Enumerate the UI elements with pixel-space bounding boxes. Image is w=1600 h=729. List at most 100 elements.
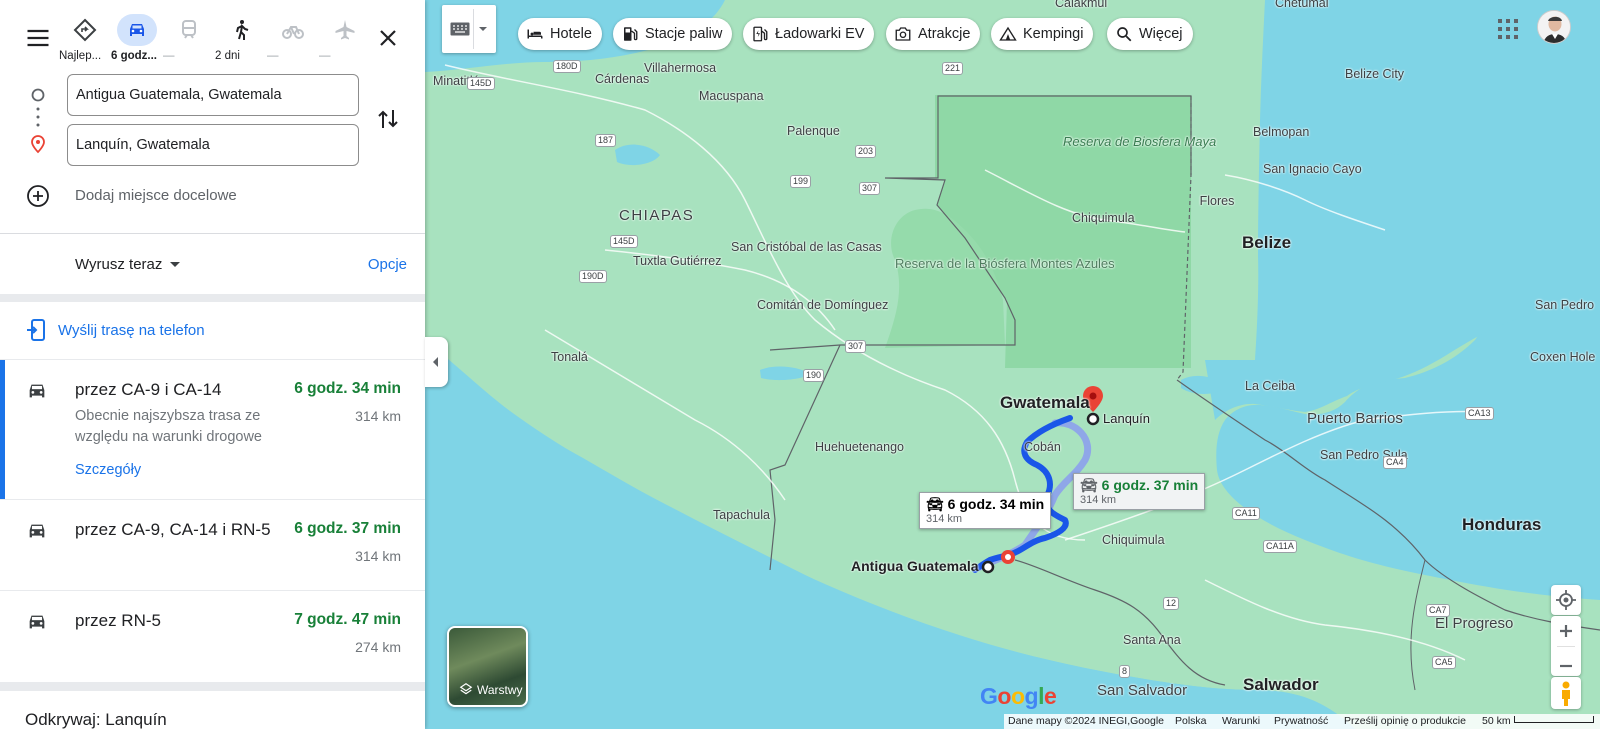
map-label-san-ignacio: Flores [1199, 194, 1235, 208]
map-label-flores: Chiquimula [1072, 211, 1135, 225]
mode-transit[interactable]: — [163, 10, 215, 66]
apps-grid-icon[interactable] [1497, 18, 1519, 40]
close-icon[interactable] [376, 26, 400, 50]
origin-input[interactable]: Antigua Guatemala, Gwatemala [67, 74, 359, 116]
road-shield: CA7 [1426, 604, 1450, 617]
road-shield: 203 [855, 145, 877, 158]
my-location-icon [1556, 590, 1576, 610]
route-time: 7 godz. 47 min [294, 611, 401, 628]
route-time: 6 godz. 34 min [294, 380, 401, 397]
keyboard-icon [450, 22, 470, 36]
send-to-phone-label: Wyślij trasę na telefon [58, 322, 205, 339]
mode-bike[interactable]: — [267, 10, 319, 66]
swap-icon[interactable] [377, 106, 399, 132]
scale-bar [1514, 716, 1594, 723]
chevron-down-icon[interactable] [479, 27, 487, 31]
route-option[interactable]: przez CA-9, CA-14 i RN-5 6 godz. 37 min … [0, 500, 425, 591]
section-divider [0, 294, 425, 302]
road-shield: 12 [1163, 597, 1180, 610]
map-label-belize: Belize [1242, 233, 1292, 252]
tent-icon [999, 26, 1017, 41]
route-option[interactable]: przez RN-5 7 godz. 47 min 274 km [0, 591, 425, 683]
route-name: przez CA-9 i CA-14 [75, 380, 222, 399]
map-label-chiapas: CHIAPAS [619, 207, 695, 224]
map-data-attribution: Dane mapy ©2024 INEGI,Google [1008, 715, 1164, 727]
map-label-guatemala: Gwatemala [1000, 393, 1090, 412]
chip-hotels[interactable]: Hotele [518, 18, 602, 50]
chip-ev-chargers[interactable]: Ładowarki EV [743, 18, 875, 50]
send-to-phone-icon [27, 319, 45, 341]
mode-best-label: Najlep... [59, 50, 102, 62]
zoom-controls [1551, 616, 1581, 676]
road-shield: 307 [859, 182, 881, 195]
section-divider [0, 683, 425, 691]
diamond-directions-icon [73, 18, 97, 42]
layers-button[interactable]: Warstwy [447, 626, 528, 707]
map-label-chetumal: Chetumal [1275, 0, 1329, 10]
road-shield: 199 [790, 175, 812, 188]
route-option[interactable]: przez CA-9 i CA-14 6 godz. 34 min 314 km… [0, 359, 425, 500]
mode-flight-label: — [319, 50, 331, 62]
route-distance: 314 km [355, 548, 401, 564]
map-label-palenque: Palenque [787, 124, 840, 138]
travel-mode-bar: Najlep... 6 godz... — 2 dni — — [0, 10, 425, 66]
road-shield: 145D [610, 235, 638, 248]
mode-car-label: 6 godz... [111, 50, 157, 62]
chip-more[interactable]: Więcej [1107, 18, 1193, 50]
road-shield: 221 [942, 62, 964, 75]
privacy-link[interactable]: Prywatność [1274, 715, 1328, 727]
add-destination-button[interactable]: Dodaj miejsce docelowe [26, 184, 356, 208]
map-label-huehuetenango: Huehuetenango [815, 440, 904, 454]
map-label-tuxtla: Tuxtla Gutiérrez [633, 254, 722, 268]
destination-input[interactable]: Lanquín, Gwatemala [67, 124, 359, 166]
route-callout-alternative[interactable]: 🚘︎ 6 godz. 37 min 314 km [1073, 473, 1206, 510]
keyboard-input-button[interactable] [442, 5, 496, 53]
chip-attractions[interactable]: Atrakcje [886, 18, 981, 50]
chip-label: Stacje paliw [645, 26, 723, 42]
mode-best[interactable]: Najlep... [59, 10, 111, 66]
map-base [425, 0, 1600, 729]
feedback-link[interactable]: Prześlij opinię o produkcie [1344, 715, 1466, 727]
mode-walk-label: 2 dni [215, 50, 240, 62]
collapse-panel-button[interactable] [425, 337, 448, 387]
route-callout-selected[interactable]: 🚘︎ 6 godz. 34 min 314 km [919, 492, 1052, 529]
mode-flight[interactable]: — [319, 10, 371, 66]
mode-car[interactable]: 6 godz... [111, 10, 163, 66]
region-link[interactable]: Polska [1175, 715, 1207, 727]
road-shield: CA13 [1465, 407, 1494, 420]
terms-link[interactable]: Warunki [1222, 715, 1260, 727]
zoom-in-icon[interactable] [1551, 616, 1581, 646]
chip-campgrounds[interactable]: Kempingi [991, 18, 1094, 50]
scale-label[interactable]: 50 km [1482, 715, 1511, 727]
camera-icon [895, 27, 911, 41]
chip-gas-stations[interactable]: Stacje paliw [613, 18, 733, 50]
route-details-link[interactable]: Szczegóły [75, 462, 141, 478]
avatar[interactable] [1537, 10, 1571, 44]
directions-panel: Najlep... 6 godz... — 2 dni — — Antigua … [0, 0, 425, 729]
map-label-santa-ana: Santa Ana [1123, 633, 1181, 647]
car-icon: 🚘︎ [926, 496, 948, 512]
layers-label: Warstwy [477, 683, 523, 697]
callout-distance: 314 km [926, 513, 963, 525]
map-label-tapachula: Tapachula [713, 508, 770, 522]
depart-time-dropdown[interactable]: Wyrusz teraz [75, 256, 162, 273]
road-shield: 8 [1119, 665, 1131, 678]
menu-icon[interactable] [24, 24, 52, 52]
road-shield: CA11A [1263, 540, 1297, 553]
ev-charger-icon [753, 26, 768, 42]
map-label-salvador: Salwador [1243, 675, 1319, 694]
route-description: Obecnie najszybsza trasa ze względu na w… [75, 408, 262, 445]
chip-label: Kempingi [1023, 26, 1084, 42]
map-canvas[interactable]: Villahermosa Cárdenas Macuspana Minatitl… [425, 0, 1600, 729]
road-shield: 187 [595, 134, 617, 147]
mode-walk[interactable]: 2 dni [215, 10, 267, 66]
my-location-button[interactable] [1551, 585, 1581, 615]
road-shield: CA5 [1432, 656, 1456, 669]
callout-time: 6 godz. 34 min [947, 496, 1045, 512]
road-shield: 190D [579, 270, 607, 283]
options-button[interactable]: Opcje [368, 256, 407, 273]
map-footer: Dane mapy ©2024 INEGI,Google Polska Waru… [1004, 714, 1600, 729]
map-label-montes-azules: Reserva de la Biósfera Montes Azules [895, 256, 1115, 271]
street-view-pegman[interactable] [1551, 677, 1581, 709]
car-icon [29, 384, 45, 398]
